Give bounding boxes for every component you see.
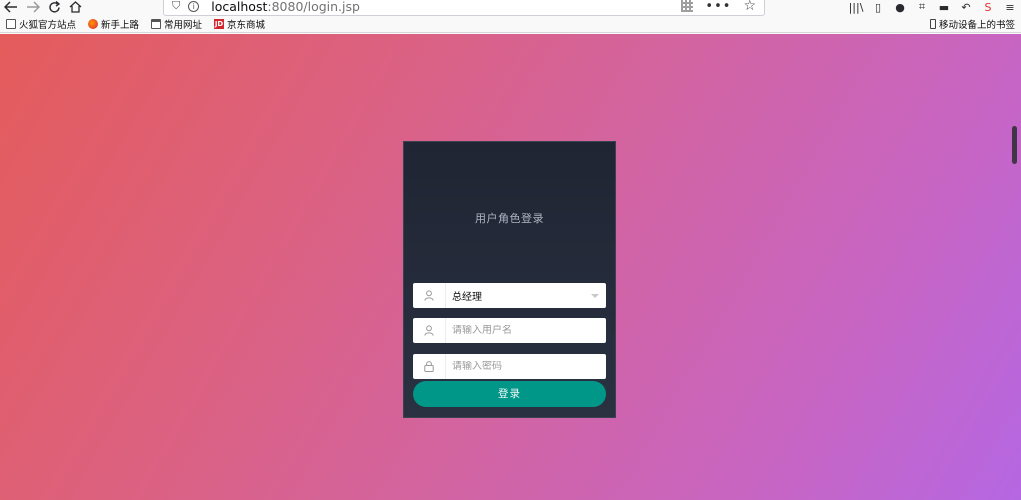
jd-icon: JD [214,19,225,29]
url-host: localhost [211,0,268,14]
home-icon[interactable] [67,0,83,14]
page-actions-menu[interactable]: ••• [705,0,731,14]
bookmark-item-getting-started[interactable]: 新手上路 [88,17,139,31]
chat-icon[interactable]: ▬ [933,1,955,14]
username-field[interactable] [413,318,606,343]
login-button[interactable]: 登录 [413,381,606,407]
reload-icon[interactable] [46,0,62,14]
extension-icon[interactable]: S [977,1,999,14]
qr-code-icon[interactable] [681,0,694,12]
avatar-icon[interactable]: ● [889,1,911,14]
phone-icon [929,19,936,29]
user-icon [413,318,446,343]
back-arrow-icon[interactable] [3,0,19,14]
hamburger-menu-icon[interactable]: ≡ [999,1,1021,14]
role-select[interactable]: 总经理 [413,283,606,308]
bookmarks-bar: 火狐官方站点 新手上路 常用网址 JD 京东商城 移动设备上的书签 [0,16,1021,33]
role-select-value: 总经理 [452,292,482,303]
screenshot-icon[interactable]: ⌗ [911,0,933,14]
bookmark-star-icon[interactable]: ☆ [743,0,756,14]
url-bar[interactable]: ⛉ i localhost:8080/login.jsp ••• ☆ [163,0,765,16]
login-title: 用户角色登录 [475,212,544,225]
bookmark-item-jd[interactable]: JD 京东商城 [214,17,265,31]
folder-icon [151,19,162,29]
mobile-bookmarks-label: 移动设备上的书签 [938,20,1015,31]
forward-arrow-icon[interactable] [25,0,41,14]
library-icon[interactable]: |||\ [845,1,867,14]
bookmark-label: 京东商城 [227,20,266,31]
bookmark-item-official-site[interactable]: 火狐官方站点 [6,17,76,31]
username-input[interactable] [446,325,606,336]
bookmark-label: 新手上路 [101,20,140,31]
shield-icon[interactable]: ⛉ [172,0,180,13]
chevron-down-icon [591,293,599,298]
firefox-icon [88,19,99,29]
mobile-bookmarks[interactable]: 移动设备上的书签 [929,17,1015,31]
scrollbar-thumb[interactable] [1012,126,1017,164]
undo-icon[interactable]: ↶ [955,1,977,14]
bookmark-label: 火狐官方站点 [19,20,77,31]
lock-icon [413,354,446,379]
star-page-icon [6,19,16,29]
user-icon [413,283,446,308]
url-path: :8080/login.jsp [267,0,360,14]
login-card: 用户角色登录 总经理 登录 [403,141,616,418]
password-field[interactable] [413,354,606,379]
password-input[interactable] [446,361,606,372]
browser-toolbar: ⛉ i localhost:8080/login.jsp ••• ☆ |||\ … [0,0,1021,16]
bookmark-label: 常用网址 [164,20,203,31]
info-icon[interactable]: i [188,0,200,12]
sidebar-icon[interactable]: ▯ [867,1,889,14]
login-page: 用户角色登录 总经理 登录 [0,34,1021,500]
bookmark-item-common-sites[interactable]: 常用网址 [151,17,202,31]
